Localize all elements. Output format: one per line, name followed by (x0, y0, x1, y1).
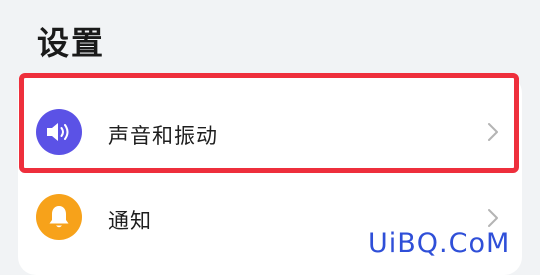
sound-vibration-label: 声音和振动 (108, 124, 218, 148)
notifications-label: 通知 (108, 209, 152, 233)
chevron-right-icon (488, 209, 498, 227)
chevron-right-icon (488, 123, 498, 141)
sound-vibration-item[interactable]: 声音和振动 (18, 75, 522, 175)
bell-icon (36, 194, 82, 240)
notifications-item[interactable]: 通知 (18, 175, 522, 275)
watermark: UiBQ.CoM (368, 228, 511, 259)
page-title: 设置 (37, 24, 106, 62)
speaker-icon (36, 109, 82, 155)
